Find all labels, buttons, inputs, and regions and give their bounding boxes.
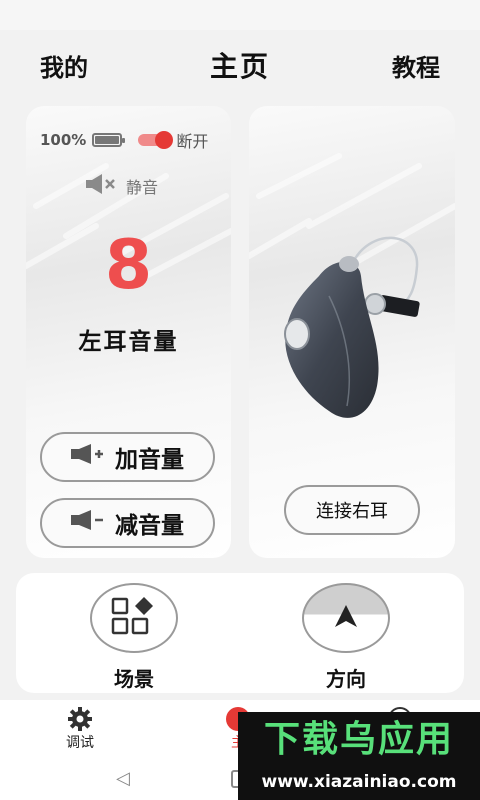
battery-fill: [95, 136, 120, 144]
volume-value: 8: [104, 226, 153, 305]
tutorial-nav-link[interactable]: 教程: [392, 48, 440, 83]
grid-diamond-icon: [111, 597, 157, 639]
connect-right-ear-label: 连接右耳: [316, 501, 388, 522]
scene-label: 场景: [114, 667, 154, 691]
hearing-aid-image: [284, 236, 420, 418]
back-icon[interactable]: ◁: [116, 768, 130, 789]
battery-status-row: 100% 断开: [40, 130, 220, 151]
volume-up-label: 加音量: [115, 447, 184, 473]
left-ear-card: 100% 断开 静音 8 左耳音量 加音量 减音量: [26, 106, 231, 558]
mute-control[interactable]: 静音: [86, 174, 158, 198]
watermark-title: 下载乌应用: [263, 719, 454, 760]
battery-percent: 100%: [40, 131, 87, 149]
volume-down-label: 减音量: [115, 513, 184, 539]
right-ear-card: 连接右耳: [249, 106, 455, 558]
bottom-controls-card: 场景 方向: [16, 573, 464, 693]
disconnect-toggle[interactable]: [138, 131, 174, 149]
mute-label: 静音: [126, 178, 159, 197]
header: 我的 主页 教程: [0, 30, 480, 100]
speaker-mute-icon: [86, 174, 118, 198]
battery-icon: [92, 133, 126, 147]
watermark-banner: 下载乌应用 www.xiazainiao.com: [238, 712, 480, 800]
volume-label: 左耳音量: [78, 329, 179, 355]
page-title: 主页: [209, 50, 270, 83]
mine-nav-link[interactable]: 我的: [40, 48, 88, 83]
toggle-knob: [155, 131, 174, 149]
status-bar: [0, 0, 480, 30]
scene-button[interactable]: [90, 583, 178, 653]
speaker-minus-icon: [71, 510, 105, 536]
direction-button[interactable]: [302, 583, 390, 653]
watermark-url: www.xiazainiao.com: [261, 772, 457, 792]
tab-debug[interactable]: 调试: [40, 706, 120, 752]
direction-control[interactable]: 方向: [296, 583, 396, 693]
volume-up-button[interactable]: 加音量: [40, 432, 215, 482]
arrow-up-icon: [333, 603, 359, 633]
disconnect-label: 断开: [176, 132, 209, 151]
connect-right-ear-button[interactable]: 连接右耳: [284, 485, 420, 535]
volume-down-button[interactable]: 减音量: [40, 498, 215, 548]
direction-label: 方向: [326, 667, 366, 691]
speaker-plus-icon: [71, 444, 105, 470]
gear-icon: [40, 706, 120, 732]
scene-control[interactable]: 场景: [84, 583, 184, 693]
tab-debug-label: 调试: [66, 735, 94, 751]
